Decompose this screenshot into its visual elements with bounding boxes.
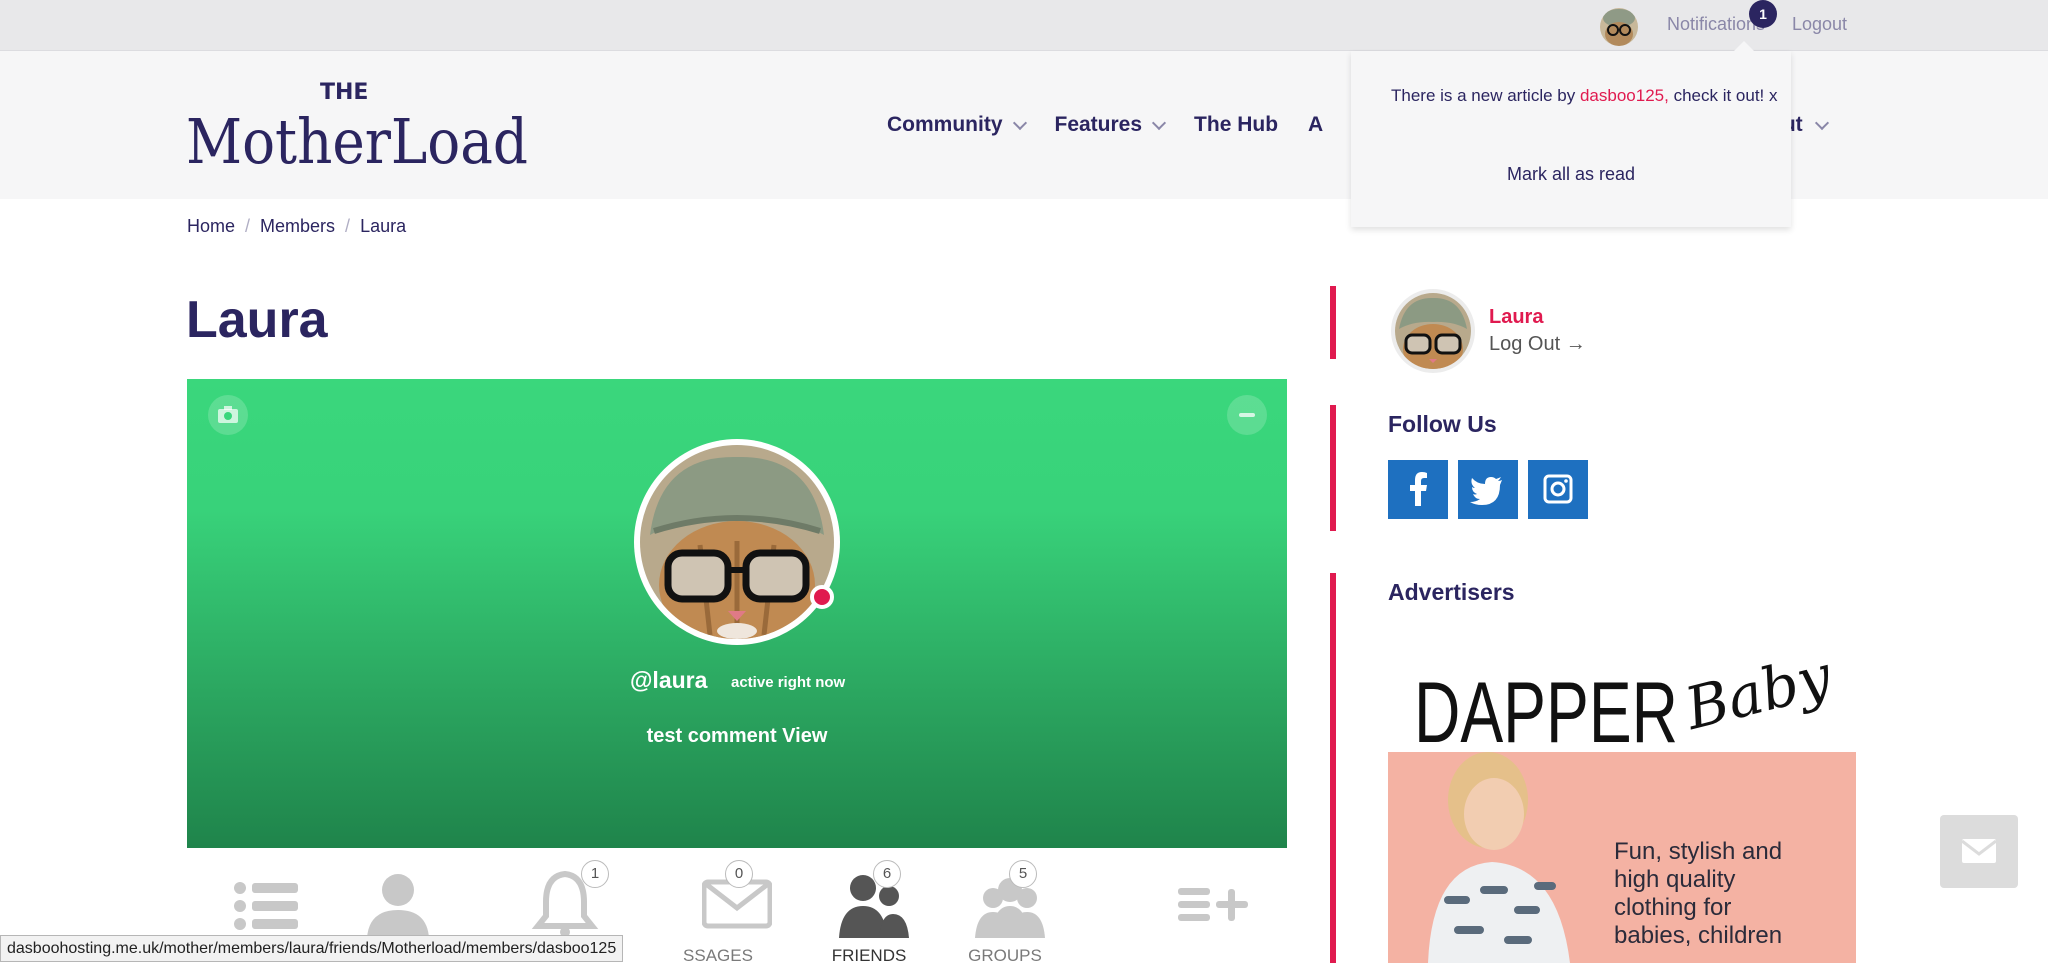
ad-tagline-line-3: clothing for [1614,894,1731,921]
page-title: Laura [186,291,328,349]
sidebar-accent-bar [1330,573,1336,963]
instagram-icon [1543,474,1573,504]
main-nav: Community Features The Hub A [887,113,1353,137]
ad-tagline-line-2: high quality [1614,866,1735,893]
nav-item-features[interactable]: Features [1054,113,1167,137]
browser-status-url: dasboohosting.me.uk/mother/members/laura… [0,935,624,962]
site-logo[interactable]: THE MotherLoad [186,75,531,178]
advert-dapper-baby[interactable]: DAPPER Baby Fun, stylish and high qualit… [1388,630,1856,963]
nav-item-the-hub[interactable]: The Hub [1194,113,1278,137]
instagram-button[interactable] [1528,460,1588,519]
cat-with-glasses-photo [1395,293,1471,369]
twitter-button[interactable] [1458,460,1518,519]
sidebar-user-name[interactable]: Laura [1489,306,1543,329]
chevron-down-icon [1814,115,1829,131]
mark-all-read-button[interactable]: Mark all as read [1351,164,1791,185]
breadcrumb: Home / Members / Laura [187,216,406,237]
breadcrumb-separator: / [345,216,351,236]
tab-label: SSAGES [683,946,753,965]
minimize-cover-button[interactable] [1227,395,1267,435]
envelope-icon [1961,839,1997,863]
nav-item-truncated[interactable]: A [1308,113,1323,137]
ad-tagline-line-1: Fun, stylish and [1614,838,1782,865]
activity-list-icon [234,882,298,930]
facebook-icon [1410,472,1427,506]
tab-badge: 0 [725,860,753,888]
tab-friends[interactable]: 6 FRIENDS [809,848,929,965]
notifications-count-badge: 1 [1749,0,1777,28]
tab-badge: 6 [873,860,901,888]
tab-label: GROUPS [968,946,1042,965]
facebook-button[interactable] [1388,460,1448,519]
online-status-dot [810,585,834,609]
user-avatar-small[interactable] [1600,8,1638,46]
notification-text-suffix: check it out! [1668,86,1765,105]
activity-status: active right now [731,674,846,691]
logo-the-text: THE [320,80,368,105]
sidebar-accent-bar [1330,286,1336,359]
sidebar-accent-bar [1330,405,1336,531]
sidebar-user-widget: Laura Log Out → [1330,286,1890,379]
profile-cover: @laura active right now test comment Vie… [187,379,1287,848]
notification-message[interactable]: There is a new article by dasboo125, che… [1391,86,1778,106]
profile-handle: @laura [630,667,708,693]
nav-item-label: The Hub [1194,113,1279,136]
logout-link[interactable]: Logout [1792,14,1847,35]
ad-tagline-line-4: babies, children [1614,922,1782,949]
tab-messages[interactable]: 0 SSAGES [672,848,792,965]
dismiss-notification-button[interactable]: x [1769,86,1778,105]
logo-main-text: MotherLoad [186,105,528,175]
notifications-dropdown: There is a new article by dasboo125, che… [1351,41,1791,227]
tab-badge: 5 [1009,860,1037,888]
breadcrumb-separator: / [245,216,251,236]
breadcrumb-members[interactable]: Members [260,216,335,237]
notification-user-link[interactable]: dasboo125, [1580,86,1669,105]
profile-icon [367,874,429,938]
breadcrumb-home[interactable]: Home [187,216,235,237]
add-list-icon [1178,888,1248,921]
nav-item-label: Community [887,113,1003,136]
floating-message-button[interactable] [1940,815,2018,888]
cat-with-glasses-photo [640,445,834,639]
camera-icon [218,406,238,423]
sidebar-advertisers-widget: Advertisers DAPPER Baby Fun, stylish and… [1330,573,1890,963]
advertisers-heading: Advertisers [1388,579,1515,605]
tab-badge: 1 [581,860,609,888]
nav-item-label: A [1308,113,1324,136]
nav-item-community[interactable]: Community [887,113,1027,137]
follow-us-heading: Follow Us [1388,411,1497,437]
sidebar-avatar[interactable] [1391,289,1475,373]
latest-update[interactable]: test comment View [187,725,1287,748]
nav-item-label: Features [1054,113,1143,136]
sidebar-follow-widget: Follow Us [1330,405,1890,531]
tab-groups[interactable]: 5 GROUPS [945,848,1065,965]
ad-brand-main: DAPPER [1414,665,1678,761]
breadcrumb-current: Laura [360,216,407,236]
dropdown-caret [1734,41,1754,51]
tab-more[interactable] [1148,848,1268,963]
change-cover-button[interactable] [208,395,248,435]
notification-text-prefix: There is a new article by [1391,86,1580,105]
chevron-down-icon [1012,115,1027,131]
profile-photo[interactable] [634,439,840,645]
chevron-down-icon [1151,115,1167,131]
twitter-icon [1470,477,1502,505]
sidebar-logout-link[interactable]: Log Out → [1489,333,1586,356]
